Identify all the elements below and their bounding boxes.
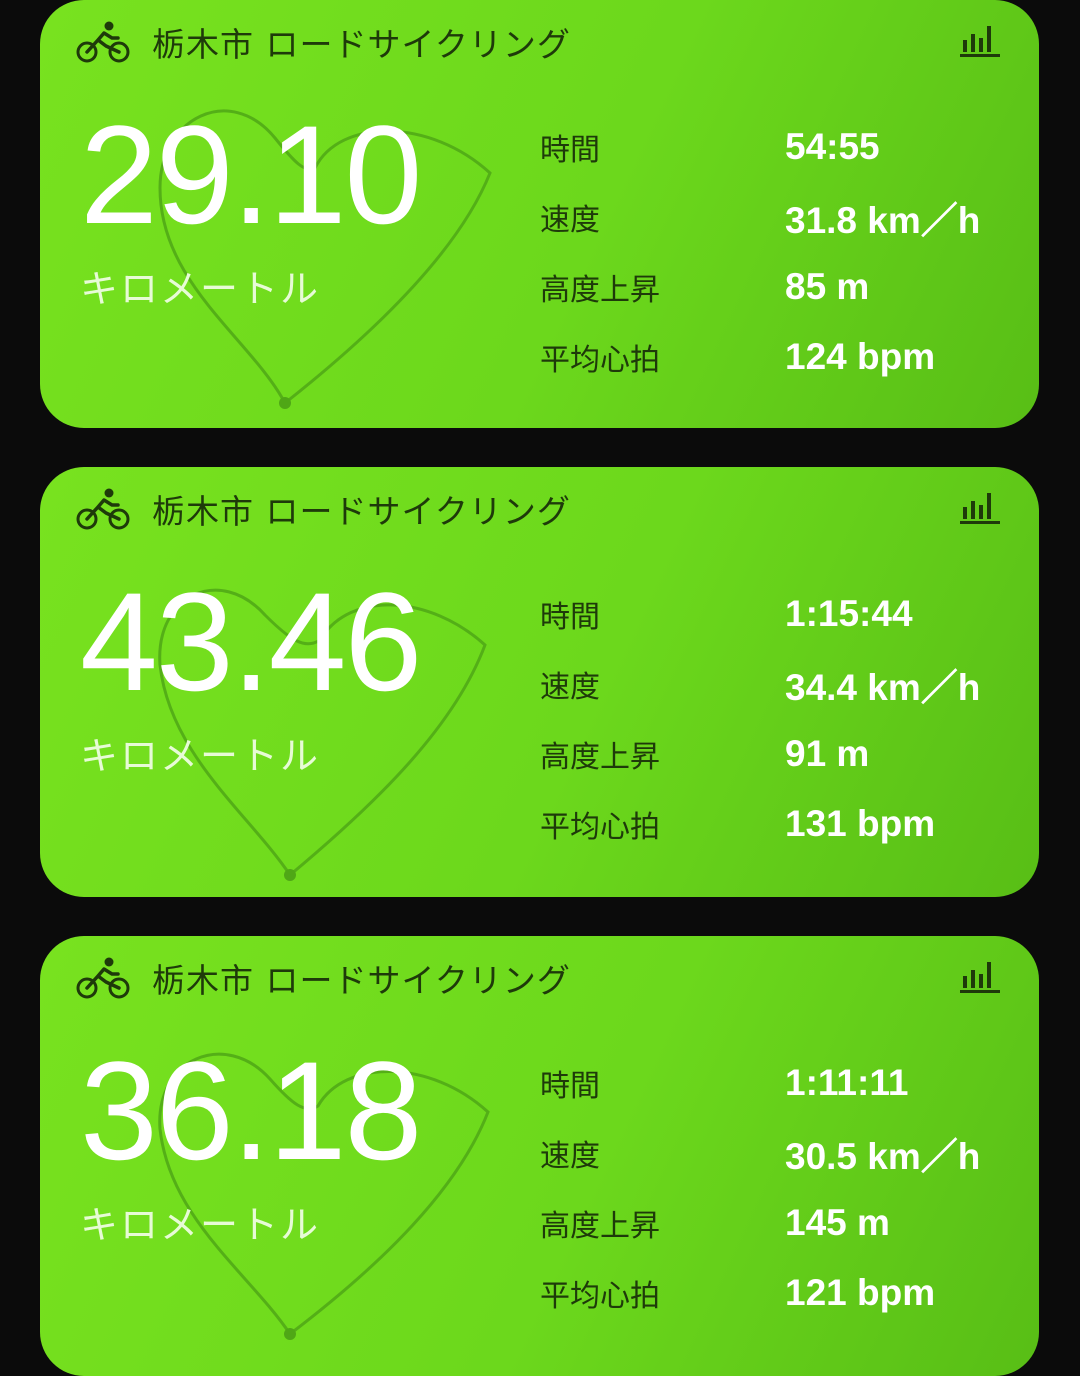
stat-value: 131 bpm bbox=[785, 803, 936, 844]
stat-label: 時間 bbox=[540, 133, 600, 168]
distance-unit: キロメートル bbox=[80, 1203, 321, 1247]
stat-row-heart-rate: 平均心拍 131 bpm bbox=[540, 789, 1020, 859]
cycling-icon bbox=[76, 488, 130, 530]
stat-label: 速度 bbox=[540, 670, 600, 705]
stat-label: 時間 bbox=[540, 600, 600, 635]
distance-value: 29.10 bbox=[80, 96, 422, 253]
workout-card[interactable]: 栃木市 ロードサイクリング 43.46 キロメートル 時間 1:15:44 速度… bbox=[40, 467, 1039, 897]
stat-row-heart-rate: 平均心拍 124 bpm bbox=[540, 322, 1020, 392]
stat-label: 高度上昇 bbox=[540, 1209, 660, 1244]
distance-unit: キロメートル bbox=[80, 267, 321, 311]
stat-value: 121 bpm bbox=[785, 1272, 936, 1313]
stat-row-elevation: 高度上昇 85 m bbox=[540, 252, 1020, 322]
stat-row-elevation: 高度上昇 91 m bbox=[540, 719, 1020, 789]
bar-chart-icon[interactable] bbox=[959, 489, 1001, 525]
stat-label: 高度上昇 bbox=[540, 740, 660, 775]
card-header: 栃木市 ロードサイクリング bbox=[76, 14, 571, 70]
distance-value: 43.46 bbox=[80, 563, 422, 720]
bar-chart-icon[interactable] bbox=[959, 958, 1001, 994]
stat-row-heart-rate: 平均心拍 121 bpm bbox=[540, 1258, 1020, 1328]
stat-value: 124 bpm bbox=[785, 336, 936, 377]
stat-row-speed: 速度 30.5 km／h bbox=[540, 1118, 1020, 1188]
stat-label: 速度 bbox=[540, 203, 600, 238]
stat-value: 1:11:11 bbox=[785, 1062, 909, 1103]
workout-card[interactable]: 栃木市 ロードサイクリング 36.18 キロメートル 時間 1:11:11 速度… bbox=[40, 936, 1039, 1376]
activity-title: 栃木市 ロードサイクリング bbox=[152, 492, 571, 531]
stat-row-time: 時間 1:11:11 bbox=[540, 1048, 1020, 1118]
stat-label: 時間 bbox=[540, 1069, 600, 1104]
stat-row-speed: 速度 34.4 km／h bbox=[540, 649, 1020, 719]
cycling-icon bbox=[76, 957, 130, 999]
bar-chart-icon[interactable] bbox=[959, 22, 1001, 58]
stats-list: 時間 1:15:44 速度 34.4 km／h 高度上昇 91 m 平均心拍 1… bbox=[540, 579, 1020, 859]
stat-label: 平均心拍 bbox=[540, 343, 660, 378]
stat-row-elevation: 高度上昇 145 m bbox=[540, 1188, 1020, 1258]
stat-row-time: 時間 1:15:44 bbox=[540, 579, 1020, 649]
stat-value: 91 m bbox=[785, 733, 870, 774]
stat-label: 高度上昇 bbox=[540, 273, 660, 308]
stat-value: 30.5 km／h bbox=[785, 1136, 981, 1177]
card-header: 栃木市 ロードサイクリング bbox=[76, 950, 571, 1006]
stat-value: 85 m bbox=[785, 266, 870, 307]
stat-label: 平均心拍 bbox=[540, 810, 660, 845]
stat-label: 速度 bbox=[540, 1139, 600, 1174]
stat-row-time: 時間 54:55 bbox=[540, 112, 1020, 182]
workout-card[interactable]: 栃木市 ロードサイクリング 29.10 キロメートル 時間 54:55 速度 3… bbox=[40, 0, 1039, 428]
distance-value: 36.18 bbox=[80, 1032, 422, 1189]
card-header: 栃木市 ロードサイクリング bbox=[76, 481, 571, 537]
stats-list: 時間 54:55 速度 31.8 km／h 高度上昇 85 m 平均心拍 124… bbox=[540, 112, 1020, 392]
stat-value: 1:15:44 bbox=[785, 593, 913, 634]
stat-value: 145 m bbox=[785, 1202, 890, 1243]
stats-list: 時間 1:11:11 速度 30.5 km／h 高度上昇 145 m 平均心拍 … bbox=[540, 1048, 1020, 1328]
activity-title: 栃木市 ロードサイクリング bbox=[152, 25, 571, 64]
stat-value: 31.8 km／h bbox=[785, 200, 981, 241]
stat-label: 平均心拍 bbox=[540, 1279, 660, 1314]
stat-value: 34.4 km／h bbox=[785, 667, 981, 708]
distance-unit: キロメートル bbox=[80, 734, 321, 778]
stat-row-speed: 速度 31.8 km／h bbox=[540, 182, 1020, 252]
stat-value: 54:55 bbox=[785, 126, 880, 167]
activity-title: 栃木市 ロードサイクリング bbox=[152, 961, 571, 1000]
cycling-icon bbox=[76, 21, 130, 63]
